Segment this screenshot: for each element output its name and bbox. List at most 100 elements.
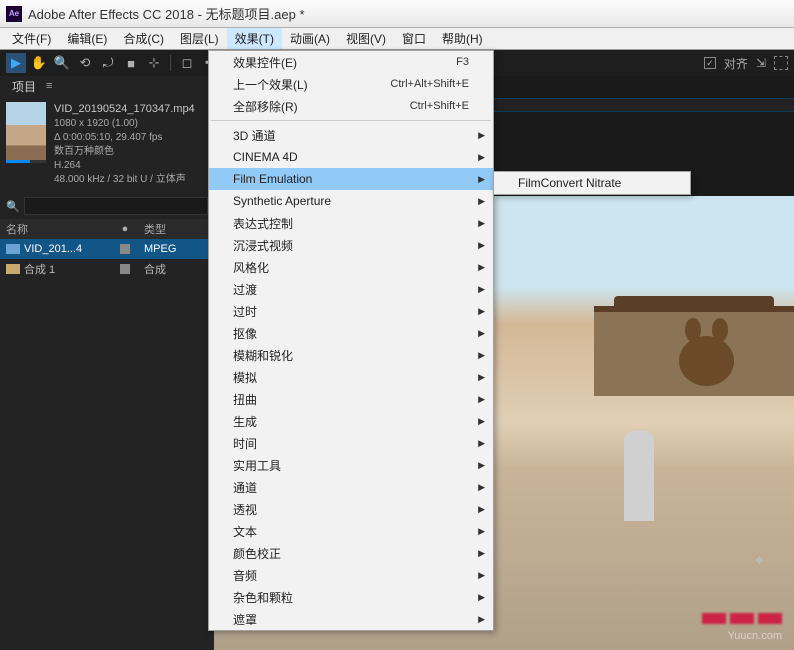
submenu-arrow-icon: ▶: [478, 262, 485, 273]
menu-item[interactable]: 风格化 ▶: [209, 256, 493, 278]
menu-item[interactable]: 杂色和颗粒▶: [209, 586, 493, 608]
menu-item[interactable]: 模糊和锐化 ▶: [209, 344, 493, 366]
menu-3[interactable]: 图层(L): [172, 28, 227, 49]
menu-separator: [211, 120, 491, 121]
menu-label: 3D 通道: [233, 127, 276, 144]
menu-item[interactable]: 扭曲▶: [209, 388, 493, 410]
asset-audio: 48.000 kHz / 32 bit U / 立体声: [54, 173, 195, 187]
menu-item[interactable]: Film Emulation▶: [209, 168, 493, 190]
menu-item[interactable]: 时间▶: [209, 432, 493, 454]
menu-6[interactable]: 视图(V): [338, 28, 394, 49]
submenu-arrow-icon: ▶: [478, 438, 485, 449]
crosshair-icon: ✦: [753, 551, 766, 571]
menu-item[interactable]: 文本▶: [209, 520, 493, 542]
label-dot[interactable]: [120, 244, 130, 254]
menu-item[interactable]: 颜色校正▶: [209, 542, 493, 564]
submenu-arrow-icon: ▶: [478, 130, 485, 141]
submenu-arrow-icon: ▶: [478, 460, 485, 471]
menu-item[interactable]: 音频▶: [209, 564, 493, 586]
camera-tool[interactable]: ■: [121, 53, 141, 73]
menu-8[interactable]: 帮助(H): [434, 28, 491, 49]
asset-preview: VID_20190524_170347.mp4 1080 x 1920 (1.0…: [0, 96, 214, 193]
menu-label: 沉浸式视频: [233, 237, 293, 254]
asset-colors: 数百万种颜色: [54, 145, 195, 159]
pan-behind-tool[interactable]: ⊹: [144, 53, 164, 73]
submenu-item[interactable]: FilmConvert Nitrate: [494, 172, 690, 194]
menu-label: 模拟: [233, 369, 257, 386]
watermark-blur: [702, 613, 782, 624]
menu-label: 文本: [233, 523, 257, 540]
menu-0[interactable]: 文件(F): [4, 28, 59, 49]
menu-item[interactable]: 生成▶: [209, 410, 493, 432]
menu-shortcut: Ctrl+Shift+E: [410, 100, 469, 112]
window-title: Adobe After Effects CC 2018 - 无标题项目.aep …: [28, 4, 305, 23]
grid-icon[interactable]: [774, 56, 788, 70]
shape-tool[interactable]: ◻: [177, 53, 197, 73]
menu-item[interactable]: 效果控件(E)F3: [209, 51, 493, 73]
submenu-arrow-icon: ▶: [478, 482, 485, 493]
orbit-tool[interactable]: ⟲: [75, 53, 95, 73]
menu-item[interactable]: 表达式控制▶: [209, 212, 493, 234]
film-emulation-submenu: FilmConvert Nitrate: [493, 171, 691, 195]
panel-menu-icon[interactable]: ≡: [46, 80, 52, 92]
submenu-arrow-icon: ▶: [478, 372, 485, 383]
menu-label: 通道: [233, 479, 257, 496]
menu-label: 过时: [233, 303, 257, 320]
menu-label: Synthetic Aperture: [233, 194, 331, 208]
menu-item[interactable]: Synthetic Aperture ▶: [209, 190, 493, 212]
submenu-arrow-icon: ▶: [478, 328, 485, 339]
project-list-header: 名称 ● 类型: [0, 219, 214, 239]
menu-item[interactable]: 上一个效果(L)Ctrl+Alt+Shift+E: [209, 73, 493, 95]
label-dot[interactable]: [120, 264, 130, 274]
menu-item[interactable]: 过时▶: [209, 300, 493, 322]
submenu-arrow-icon: ▶: [478, 394, 485, 405]
submenu-arrow-icon: ▶: [478, 350, 485, 361]
menu-label: 风格化: [233, 259, 269, 276]
column-name[interactable]: 名称: [0, 221, 112, 237]
search-input[interactable]: [24, 197, 208, 215]
menu-label: 杂色和颗粒: [233, 589, 293, 606]
menu-item[interactable]: CINEMA 4D▶: [209, 146, 493, 168]
menu-item[interactable]: 模拟 ▶: [209, 366, 493, 388]
item-type-icon: [6, 264, 20, 274]
column-type[interactable]: 类型: [138, 221, 166, 237]
project-tab[interactable]: 项目: [6, 76, 42, 97]
snap-icon[interactable]: ⇲: [756, 56, 766, 70]
menu-label: CINEMA 4D: [233, 150, 298, 164]
search-icon[interactable]: 🔍: [6, 200, 20, 213]
menu-item[interactable]: 透视▶: [209, 498, 493, 520]
menu-item[interactable]: 实用工具▶: [209, 454, 493, 476]
item-type: 合成: [138, 261, 166, 277]
titlebar: Ae Adobe After Effects CC 2018 - 无标题项目.a…: [0, 0, 794, 28]
item-type-icon: [6, 244, 20, 254]
menu-4[interactable]: 效果(T): [227, 28, 282, 49]
menu-item[interactable]: 遮罩▶: [209, 608, 493, 630]
menu-label: 颜色校正: [233, 545, 281, 562]
column-label[interactable]: ●: [112, 223, 138, 235]
menu-item[interactable]: 过渡▶: [209, 278, 493, 300]
selection-tool[interactable]: ▶: [6, 53, 26, 73]
asset-codec: H.264: [54, 159, 195, 173]
menu-5[interactable]: 动画(A): [282, 28, 338, 49]
menu-label: 模糊和锐化: [233, 347, 293, 364]
project-item[interactable]: VID_201...4MPEG: [0, 239, 214, 259]
project-list: VID_201...4MPEG合成 1合成: [0, 239, 214, 650]
menu-2[interactable]: 合成(C): [115, 28, 172, 49]
align-checkbox[interactable]: ✓: [704, 57, 716, 69]
menu-item[interactable]: 通道 ▶: [209, 476, 493, 498]
submenu-arrow-icon: ▶: [478, 284, 485, 295]
hand-tool[interactable]: ✋: [29, 53, 49, 73]
rotation-tool[interactable]: ⤾: [98, 53, 118, 73]
menu-item[interactable]: 3D 通道 ▶: [209, 124, 493, 146]
menu-item[interactable]: 沉浸式视频▶: [209, 234, 493, 256]
menu-label: 透视: [233, 501, 257, 518]
submenu-arrow-icon: ▶: [478, 196, 485, 207]
preview-thumbnail[interactable]: [6, 102, 46, 160]
project-item[interactable]: 合成 1合成: [0, 259, 214, 279]
menu-1[interactable]: 编辑(E): [59, 28, 115, 49]
menu-item[interactable]: 抠像▶: [209, 322, 493, 344]
separator: [170, 55, 171, 71]
menu-7[interactable]: 窗口: [394, 28, 434, 49]
menu-item[interactable]: 全部移除(R)Ctrl+Shift+E: [209, 95, 493, 117]
zoom-tool[interactable]: 🔍: [52, 53, 72, 73]
